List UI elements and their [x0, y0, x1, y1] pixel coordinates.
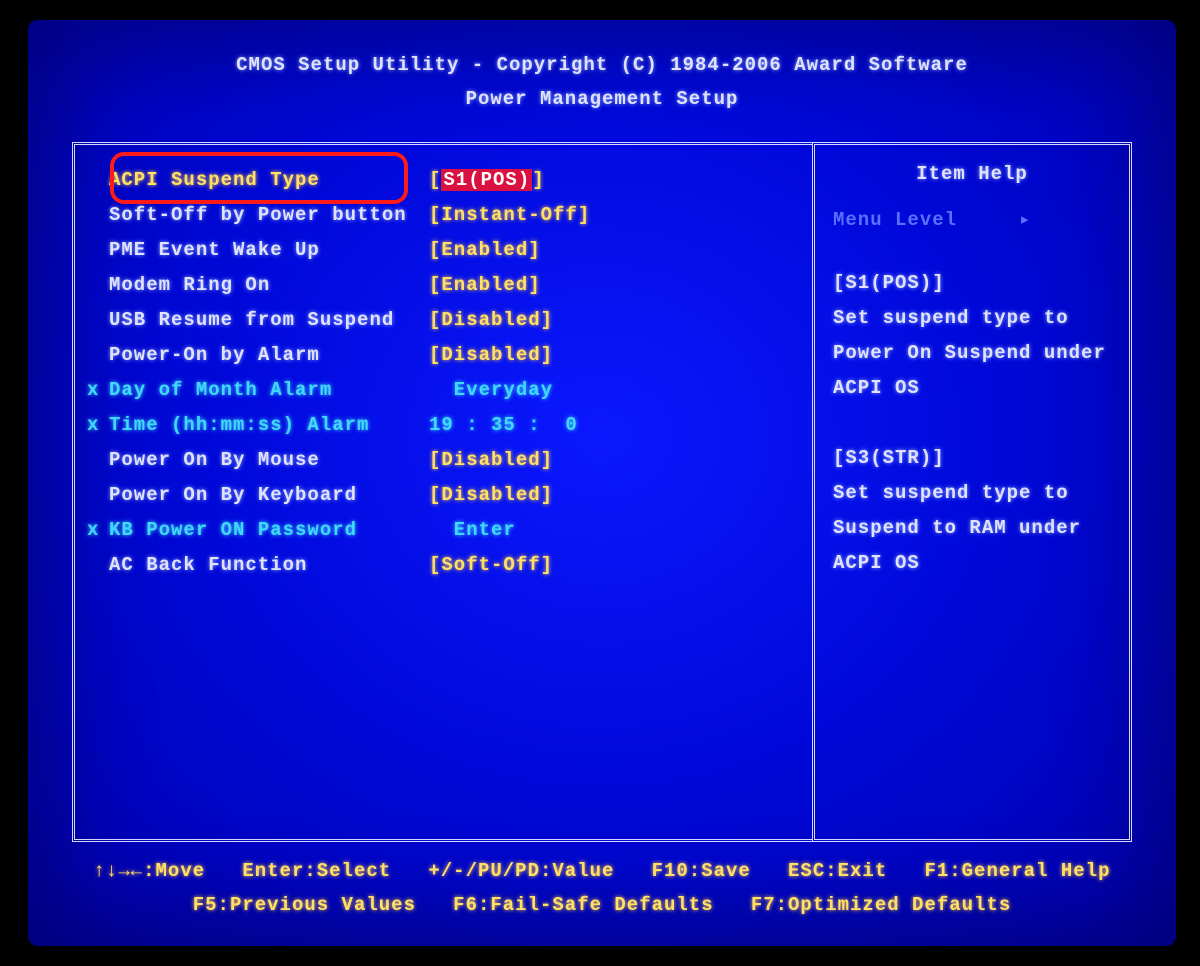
help-title: Item Help	[833, 163, 1111, 185]
setting-value[interactable]: [Instant-Off]	[429, 198, 800, 233]
help-line: Power On Suspend under	[833, 336, 1111, 371]
footer-line-2: F5:Previous Values F6:Fail-Safe Defaults…	[28, 888, 1176, 922]
setting-label: Power On By Keyboard	[109, 478, 429, 513]
setting-value: Everyday	[429, 373, 800, 408]
setting-label: Power On By Mouse	[109, 443, 429, 478]
row-mark	[87, 548, 109, 583]
row-mark	[87, 478, 109, 513]
row-mark	[87, 268, 109, 303]
setting-value[interactable]: [Soft-Off]	[429, 548, 800, 583]
row-mark: x	[87, 513, 109, 548]
help-line: ACPI OS	[833, 546, 1111, 581]
setting-value[interactable]: [S1(POS)]	[429, 163, 800, 198]
setting-value-text: Enabled	[441, 274, 528, 296]
bios-screen: CMOS Setup Utility - Copyright (C) 1984-…	[28, 20, 1176, 946]
help-line: Set suspend type to	[833, 301, 1111, 336]
setting-value-text: Disabled	[441, 484, 540, 506]
row-mark: x	[87, 373, 109, 408]
setting-label: Time (hh:mm:ss) Alarm	[109, 408, 429, 443]
setting-value-text: Disabled	[441, 449, 540, 471]
setting-value[interactable]: [Enabled]	[429, 268, 800, 303]
help-line: [S3(STR)]	[833, 441, 1111, 476]
header-title: CMOS Setup Utility - Copyright (C) 1984-…	[28, 48, 1176, 82]
setting-row[interactable]: Modem Ring On[Enabled]	[87, 268, 800, 303]
row-mark	[87, 303, 109, 338]
settings-panel[interactable]: ACPI Suspend Type[S1(POS)]Soft-Off by Po…	[72, 142, 812, 842]
setting-label: AC Back Function	[109, 548, 429, 583]
help-line	[833, 406, 1111, 441]
setting-value-text: S1(POS)	[441, 169, 532, 191]
setting-label: Modem Ring On	[109, 268, 429, 303]
help-line: Suspend to RAM under	[833, 511, 1111, 546]
panel-wrap: ACPI Suspend Type[S1(POS)]Soft-Off by Po…	[72, 142, 1132, 842]
setting-value[interactable]: [Disabled]	[429, 303, 800, 338]
setting-label: USB Resume from Suspend	[109, 303, 429, 338]
row-mark	[87, 198, 109, 233]
setting-row[interactable]: Power-On by Alarm[Disabled]	[87, 338, 800, 373]
setting-label: Power-On by Alarm	[109, 338, 429, 373]
row-mark	[87, 163, 109, 198]
footer-line-1: ↑↓→←:Move Enter:Select +/-/PU/PD:Value F…	[28, 854, 1176, 888]
help-menu-level: Menu Level ▸	[833, 203, 1111, 238]
setting-label: KB Power ON Password	[109, 513, 429, 548]
header-subtitle: Power Management Setup	[28, 82, 1176, 116]
row-mark	[87, 338, 109, 373]
row-mark: x	[87, 408, 109, 443]
row-mark	[87, 233, 109, 268]
setting-row[interactable]: PME Event Wake Up[Enabled]	[87, 233, 800, 268]
header: CMOS Setup Utility - Copyright (C) 1984-…	[28, 20, 1176, 124]
setting-row[interactable]: ACPI Suspend Type[S1(POS)]	[87, 163, 800, 198]
help-line: Set suspend type to	[833, 476, 1111, 511]
setting-value: 19 : 35 : 0	[429, 408, 800, 443]
setting-value-text: Instant-Off	[441, 204, 577, 226]
setting-row[interactable]: Power On By Keyboard[Disabled]	[87, 478, 800, 513]
setting-value[interactable]: [Disabled]	[429, 338, 800, 373]
help-line: ACPI OS	[833, 371, 1111, 406]
setting-row: xDay of Month Alarm Everyday	[87, 373, 800, 408]
setting-row[interactable]: Soft-Off by Power button[Instant-Off]	[87, 198, 800, 233]
setting-value-text: Soft-Off	[441, 554, 540, 576]
setting-label: Soft-Off by Power button	[109, 198, 429, 233]
setting-row: xKB Power ON Password Enter	[87, 513, 800, 548]
setting-label: ACPI Suspend Type	[109, 163, 429, 198]
setting-label: PME Event Wake Up	[109, 233, 429, 268]
help-content: [S1(POS)]Set suspend type toPower On Sus…	[833, 266, 1111, 581]
row-mark	[87, 443, 109, 478]
setting-value-text: Disabled	[441, 344, 540, 366]
setting-row: xTime (hh:mm:ss) Alarm19 : 35 : 0	[87, 408, 800, 443]
setting-value: Enter	[429, 513, 800, 548]
setting-row[interactable]: USB Resume from Suspend[Disabled]	[87, 303, 800, 338]
footer-keys: ↑↓→←:Move Enter:Select +/-/PU/PD:Value F…	[28, 854, 1176, 922]
setting-value[interactable]: [Enabled]	[429, 233, 800, 268]
help-panel: Item Help Menu Level ▸ [S1(POS)]Set susp…	[812, 142, 1132, 842]
setting-row[interactable]: AC Back Function[Soft-Off]	[87, 548, 800, 583]
help-line: [S1(POS)]	[833, 266, 1111, 301]
setting-row[interactable]: Power On By Mouse[Disabled]	[87, 443, 800, 478]
setting-value[interactable]: [Disabled]	[429, 443, 800, 478]
setting-value[interactable]: [Disabled]	[429, 478, 800, 513]
setting-label: Day of Month Alarm	[109, 373, 429, 408]
setting-value-text: Disabled	[441, 309, 540, 331]
setting-value-text: Enabled	[441, 239, 528, 261]
